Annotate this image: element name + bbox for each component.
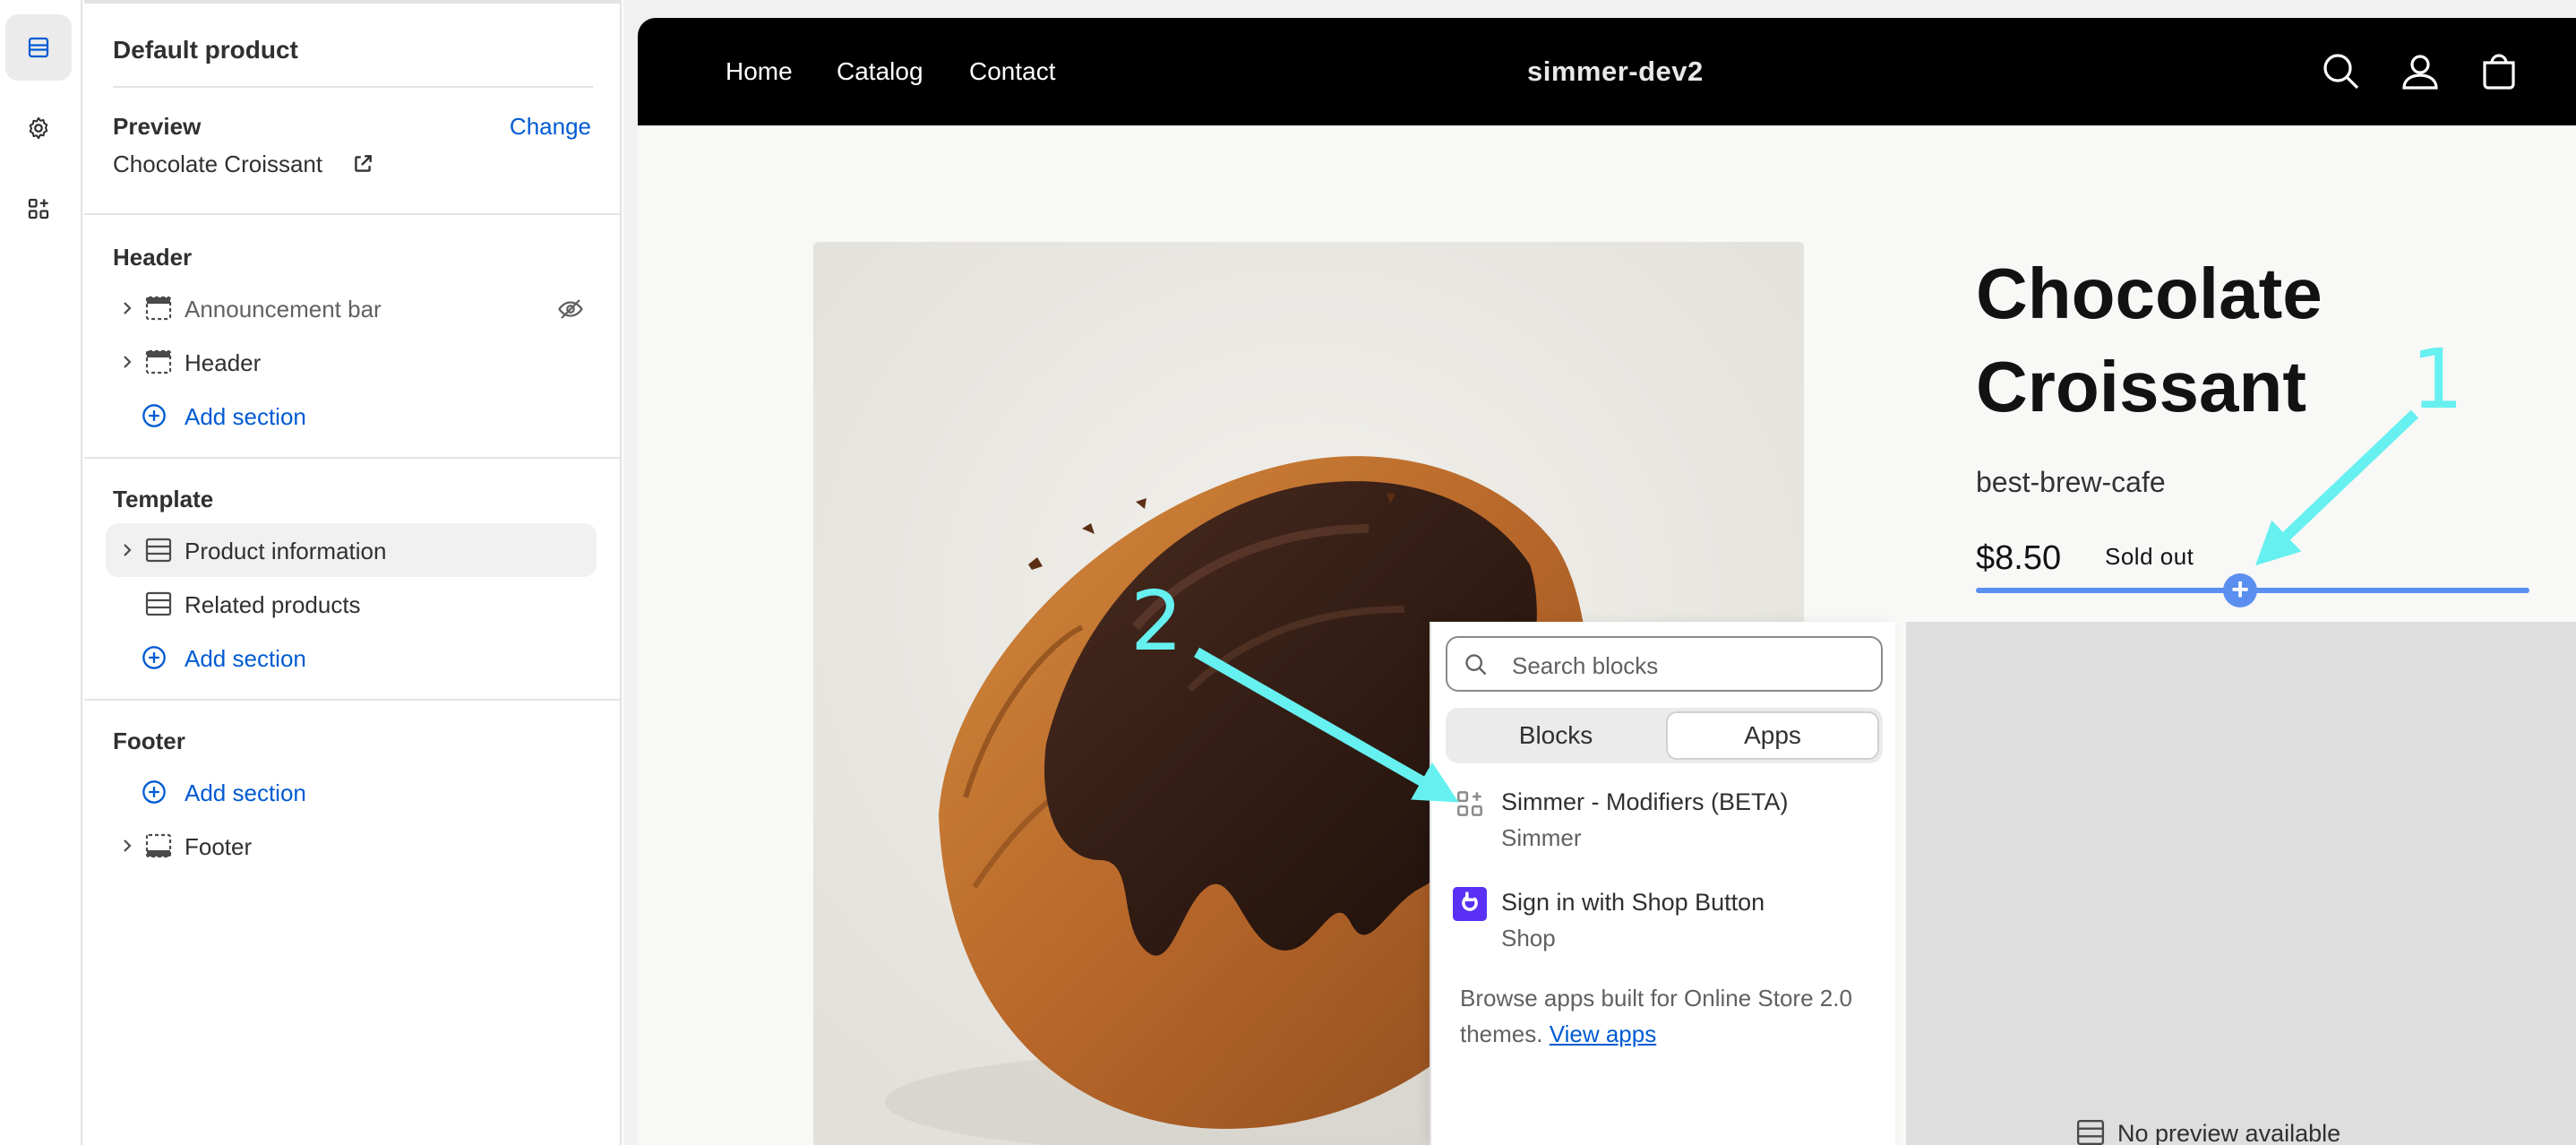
- add-section-header-button[interactable]: Add section: [106, 389, 597, 443]
- tab-blocks[interactable]: Blocks: [1449, 711, 1662, 760]
- eye-off-icon[interactable]: [557, 296, 584, 323]
- add-section-label: Add section: [185, 403, 306, 430]
- section-row-product-information[interactable]: Product information: [106, 523, 597, 577]
- cart-icon[interactable]: [2477, 50, 2520, 93]
- no-preview-panel: [1906, 622, 2576, 1145]
- editor-sidebar: Default product Preview Change Chocolate…: [84, 0, 622, 1145]
- section-label: Related products: [185, 591, 361, 618]
- search-blocks-input[interactable]: Search blocks: [1446, 636, 1883, 692]
- section-icon: [145, 591, 172, 616]
- add-section-label: Add section: [185, 779, 306, 806]
- section-icon: [145, 349, 172, 374]
- search-placeholder: Search blocks: [1512, 652, 1659, 679]
- section-icon: [145, 538, 172, 563]
- add-section-footer-button[interactable]: Add section: [106, 765, 597, 819]
- tab-apps[interactable]: Apps: [1666, 711, 1879, 760]
- page-title: Default product: [113, 36, 298, 64]
- no-preview-text: No preview available: [2117, 1120, 2341, 1145]
- browse-apps-text: Browse apps built for Online Store 2.0 t…: [1460, 980, 1881, 1052]
- plus-circle-icon: [142, 646, 166, 669]
- rail-settings-button[interactable]: [5, 95, 72, 161]
- annotation-label-2: 2: [1130, 573, 1183, 669]
- store-brand[interactable]: simmer-dev2: [1527, 56, 1704, 88]
- nav-home-link[interactable]: Home: [726, 57, 793, 86]
- chevron-right-icon[interactable]: [118, 541, 136, 559]
- section-row-header[interactable]: Header: [106, 335, 597, 389]
- rail-sections-button[interactable]: [5, 14, 72, 81]
- app-vendor: Shop: [1501, 925, 1556, 951]
- sections-icon: [28, 37, 49, 58]
- section-label: Header: [185, 349, 262, 376]
- gear-icon: [29, 116, 48, 140]
- section-label: Product information: [185, 538, 387, 564]
- divider: [113, 86, 593, 88]
- app-title: Sign in with Shop Button: [1501, 889, 1765, 916]
- editor-rail: [0, 0, 82, 1145]
- product-title-line1: Chocolate: [1976, 254, 2323, 333]
- nav-catalog-link[interactable]: Catalog: [837, 57, 923, 86]
- section-label: Announcement bar: [185, 296, 382, 323]
- rail-apps-button[interactable]: [5, 176, 72, 242]
- section-row-related-products[interactable]: Related products: [106, 577, 597, 631]
- section-row-announcement-bar[interactable]: Announcement bar: [106, 281, 597, 335]
- chevron-right-icon[interactable]: [118, 837, 136, 855]
- picker-tabs: Blocks Apps: [1446, 708, 1883, 763]
- section-row-footer[interactable]: Footer: [106, 819, 597, 873]
- divider: [84, 213, 620, 215]
- divider: [84, 457, 620, 459]
- account-icon[interactable]: [2399, 50, 2442, 93]
- store-header: Home Catalog Contact simmer-dev2: [638, 18, 2576, 125]
- preview-product-name: Chocolate Croissant: [113, 151, 323, 177]
- product-vendor: best-brew-cafe: [1976, 466, 2166, 498]
- search-icon: [1465, 654, 1487, 676]
- block-picker-popover: Search blocks Blocks Apps Simmer - Modif…: [1430, 622, 1895, 1145]
- add-section-template-button[interactable]: Add section: [106, 631, 597, 684]
- chevron-right-icon[interactable]: [118, 299, 136, 317]
- section-label: Footer: [185, 833, 253, 860]
- product-price: $8.50: [1976, 539, 2062, 577]
- sold-out-badge: Sold out: [2105, 543, 2194, 570]
- app-block-icon: [1457, 791, 1482, 816]
- header-group-label: Header: [113, 244, 193, 271]
- app-title: Simmer - Modifiers (BETA): [1501, 788, 1789, 815]
- section-icon: [2076, 1120, 2105, 1145]
- section-icon: [145, 296, 172, 321]
- shop-logo-icon: [1453, 887, 1487, 921]
- nav-contact-link[interactable]: Contact: [969, 57, 1056, 86]
- product-title-line2: Croissant: [1976, 347, 2306, 426]
- plus-circle-icon: [142, 404, 166, 427]
- search-icon[interactable]: [2320, 50, 2363, 93]
- preview-label: Preview: [113, 113, 202, 140]
- view-apps-link[interactable]: View apps: [1550, 1020, 1657, 1047]
- plus-circle-icon: [142, 780, 166, 804]
- chevron-right-icon[interactable]: [118, 353, 136, 371]
- divider: [84, 699, 620, 701]
- section-icon: [145, 833, 172, 858]
- apps-icon: [28, 198, 49, 220]
- insert-block-button[interactable]: +: [2223, 573, 2257, 607]
- change-preview-button[interactable]: Change: [510, 113, 591, 141]
- footer-group-label: Footer: [113, 727, 185, 754]
- add-section-label: Add section: [185, 645, 306, 672]
- app-vendor: Simmer: [1501, 824, 1582, 851]
- annotation-label-1: 1: [2411, 331, 2464, 427]
- external-link-icon[interactable]: [351, 152, 374, 176]
- template-group-label: Template: [113, 486, 214, 512]
